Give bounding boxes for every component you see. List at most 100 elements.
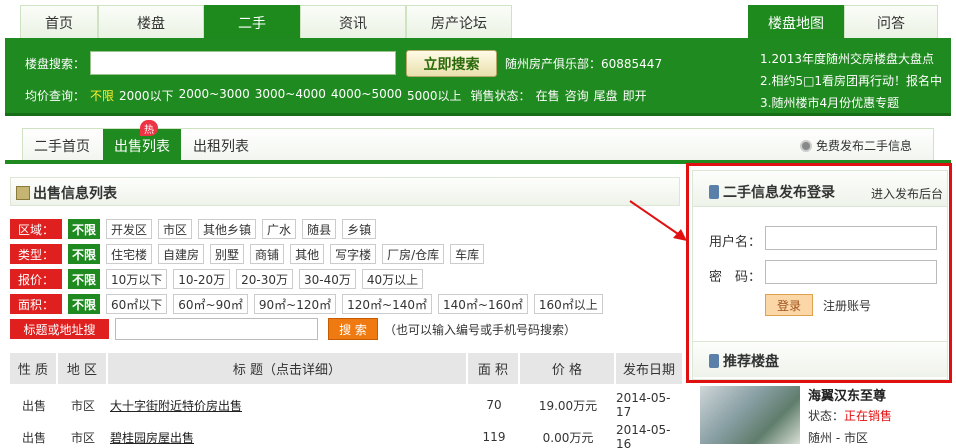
sale-list-title-text: 出售信息列表 — [33, 186, 117, 202]
price-option[interactable]: 3000~4000 — [255, 87, 326, 104]
cell-price: 0.00万元 — [542, 430, 594, 445]
filter-option[interactable]: 160㎡以上 — [533, 294, 603, 314]
cell-size: 70 — [486, 398, 502, 412]
filter-option[interactable]: 写字楼 — [330, 244, 377, 264]
post-icon — [800, 139, 812, 152]
column-header: 价 格 — [520, 353, 616, 384]
building-search-input[interactable] — [90, 51, 396, 75]
sales-status-label: 销售状态： — [470, 89, 531, 103]
tab-home[interactable]: 首页 — [20, 5, 98, 39]
listing-title-link[interactable]: 碧桂园房屋出售 — [108, 429, 468, 446]
recommend-building-image[interactable] — [700, 386, 800, 444]
recommend-building-name[interactable]: 海翼汉东至尊 — [808, 385, 886, 404]
filter-option[interactable]: 140㎡~160㎡ — [438, 294, 528, 314]
recommend-status-value: 正在销售 — [844, 409, 893, 423]
search-band: 楼盘搜索： 立即搜索 随州房产俱乐部：60885447 均价查询： 不限 200… — [5, 38, 951, 116]
filter-option[interactable]: 商铺 — [250, 244, 285, 264]
main-nav: 首页 楼盘 二手 资讯 房产论坛 — [20, 5, 535, 39]
sales-option[interactable]: 在售 — [536, 87, 560, 104]
filter-row-price: 报价： 不限 10万以下 10-20万 20-30万 30-40万 40万以上 — [10, 269, 424, 289]
cell-type: 出售 — [21, 398, 46, 413]
column-header: 发布日期 — [616, 353, 682, 384]
filter-any[interactable]: 不限 — [68, 294, 100, 314]
filter-option[interactable]: 10万以下 — [106, 269, 168, 289]
filter-option[interactable]: 40万以上 — [361, 269, 424, 289]
subtab-second-hand-home[interactable]: 二手首页 — [23, 129, 101, 163]
sales-option[interactable]: 尾盘 — [594, 87, 618, 104]
right-nav: 楼盘地图 问答 — [748, 5, 938, 39]
cell-price: 19.00万元 — [538, 398, 598, 413]
filter-option[interactable]: 其他乡镇 — [198, 219, 257, 239]
keyword-search-input[interactable] — [115, 318, 318, 340]
club-info: 随州房产俱乐部：60885447 — [505, 57, 663, 71]
column-header: 面 积 — [468, 353, 520, 384]
price-option[interactable]: 2000以下 — [119, 87, 174, 104]
column-header: 标 题（点击详细） — [108, 353, 468, 384]
promo-link[interactable]: 1.2013年度随州交房楼盘大盘点 — [760, 50, 934, 67]
search-button[interactable]: 立即搜索 — [406, 50, 497, 77]
listing-title-link[interactable]: 大十字街附近特价房出售 — [108, 397, 468, 414]
filter-any[interactable]: 不限 — [68, 219, 100, 239]
sales-option[interactable]: 咨询 — [565, 87, 589, 104]
filter-option[interactable]: 自建房 — [158, 244, 205, 264]
keyword-search-button[interactable]: 搜 索 — [328, 318, 378, 340]
filter-option[interactable]: 市区 — [158, 219, 193, 239]
sub-nav: 二手首页 出售列表 出租列表 — [22, 128, 934, 163]
filter-label: 类型： — [10, 244, 62, 264]
cell-date: 2014-05-17 — [616, 391, 671, 419]
price-option-any[interactable]: 不限 — [90, 87, 114, 104]
hot-badge: 热 — [140, 120, 158, 136]
filter-option[interactable]: 广水 — [262, 219, 297, 239]
price-filter-row: 均价查询： 不限 2000以下 2000~3000 3000~4000 4000… — [25, 87, 647, 104]
filter-option[interactable]: 其他 — [290, 244, 325, 264]
recommend-area: 随州 - 市区 — [808, 431, 868, 445]
sale-list-title: 出售信息列表 — [16, 183, 117, 203]
price-option[interactable]: 2000~3000 — [179, 87, 250, 104]
promo-link[interactable]: 2.相约5□1看房团再行动！报名中 — [760, 72, 942, 89]
filter-option[interactable]: 60㎡~90㎡ — [173, 294, 248, 314]
subtab-rent-list[interactable]: 出租列表 — [183, 129, 259, 163]
filter-row-keyword: 标题或地址搜 — [10, 319, 109, 339]
filter-option[interactable]: 90㎡~120㎡ — [253, 294, 337, 314]
tab-building-map[interactable]: 楼盘地图 — [748, 5, 844, 39]
cell-area: 市区 — [70, 430, 95, 445]
filter-row-size: 面积： 不限 60㎡以下 60㎡~90㎡ 90㎡~120㎡ 120㎡~140㎡ … — [10, 294, 603, 314]
keyword-search-label: 标题或地址搜 — [10, 319, 109, 339]
column-header: 性 质 — [10, 353, 58, 384]
filter-option[interactable]: 乡镇 — [342, 219, 377, 239]
sale-list-header: 出售信息列表 — [10, 177, 680, 206]
table-header: 性 质 地 区 标 题（点击详细） 面 积 价 格 发布日期 — [10, 353, 682, 384]
tab-forum[interactable]: 房产论坛 — [406, 5, 512, 39]
filter-option[interactable]: 住宅楼 — [106, 244, 153, 264]
price-option[interactable]: 4000~5000 — [331, 87, 402, 104]
filter-option[interactable]: 随县 — [302, 219, 337, 239]
filter-option[interactable]: 10-20万 — [173, 269, 231, 289]
promo-link[interactable]: 3.随州楼市4月份优惠专题 — [760, 94, 899, 111]
filter-option[interactable]: 20-30万 — [236, 269, 294, 289]
tab-qa[interactable]: 问答 — [844, 5, 938, 39]
tab-buildings[interactable]: 楼盘 — [98, 5, 204, 39]
tab-second-hand[interactable]: 二手 — [204, 5, 300, 39]
filter-option[interactable]: 厂房/仓库 — [382, 244, 445, 264]
filter-option[interactable]: 30-40万 — [299, 269, 356, 289]
annotation-arrow-icon — [629, 200, 687, 241]
list-icon — [16, 186, 30, 200]
filter-option[interactable]: 车库 — [450, 244, 485, 264]
recommend-status-label: 状态： — [808, 409, 845, 423]
price-option[interactable]: 5000以上 — [407, 87, 462, 104]
sales-option[interactable]: 即开 — [623, 87, 647, 104]
tab-news[interactable]: 资讯 — [300, 5, 406, 39]
table-row: 出售 市区 大十字街附近特价房出售 70 19.00万元 2014-05-17 — [10, 391, 682, 419]
filter-option[interactable]: 60㎡以下 — [106, 294, 168, 314]
filter-option[interactable]: 120㎡~140㎡ — [342, 294, 432, 314]
filter-option[interactable]: 开发区 — [106, 219, 153, 239]
recommend-status: 状态：正在销售 — [808, 407, 892, 424]
free-post-link[interactable]: 免费发布二手信息 — [800, 137, 912, 154]
cell-area: 市区 — [70, 398, 95, 413]
free-post-label: 免费发布二手信息 — [816, 139, 913, 153]
highlight-box — [686, 163, 952, 383]
filter-any[interactable]: 不限 — [68, 269, 100, 289]
filter-any[interactable]: 不限 — [68, 244, 100, 264]
price-label: 均价查询： — [25, 89, 86, 103]
filter-option[interactable]: 别墅 — [210, 244, 245, 264]
